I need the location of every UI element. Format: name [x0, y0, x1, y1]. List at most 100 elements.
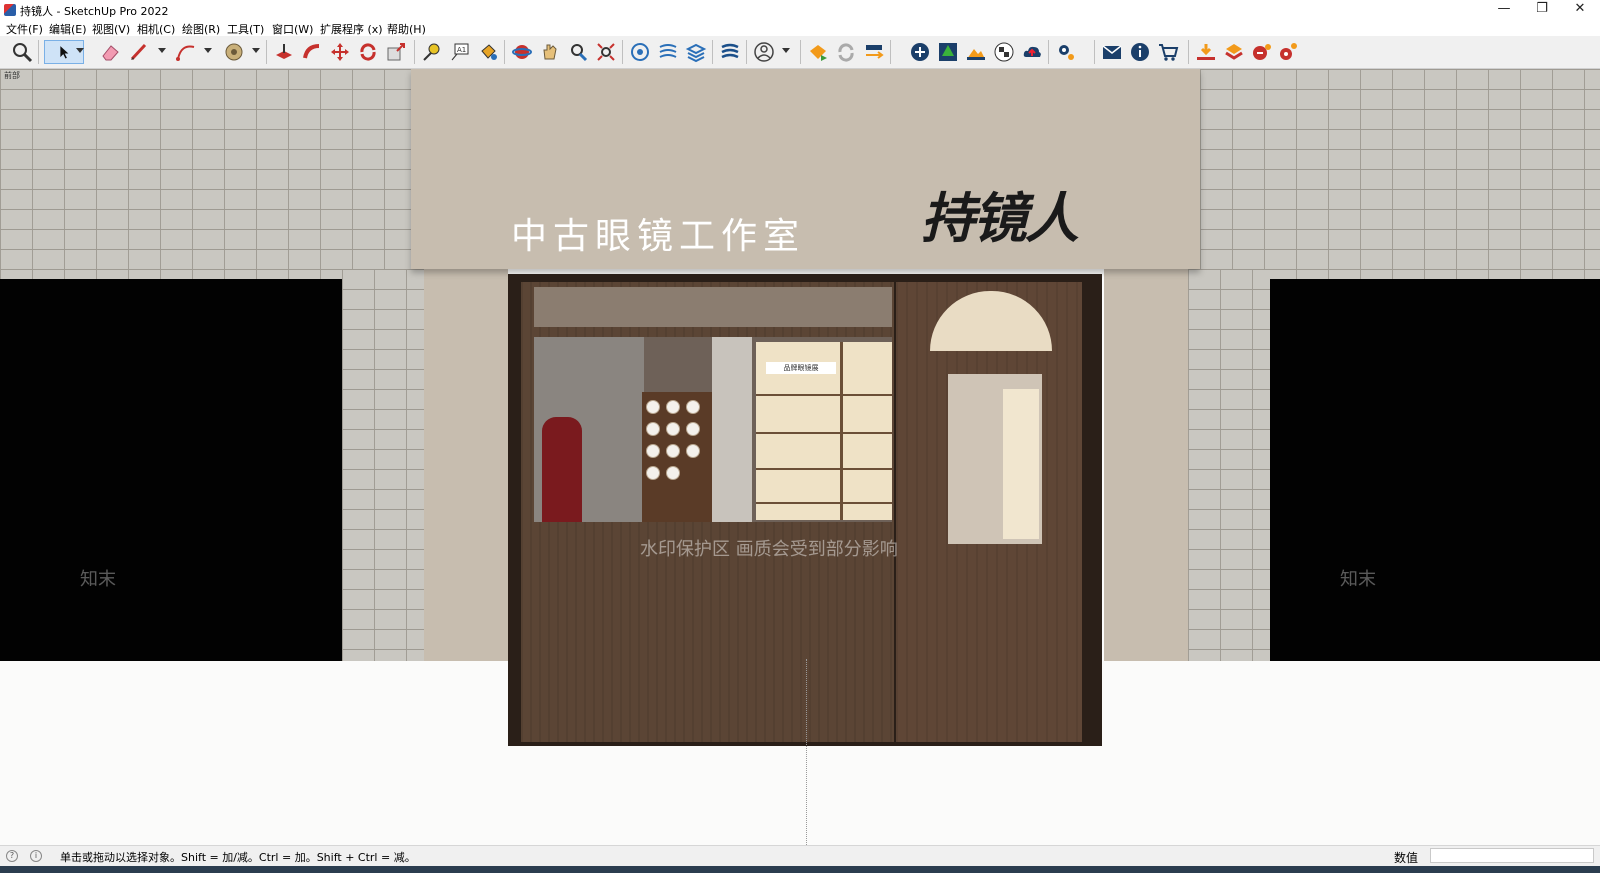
zoom-icon[interactable]	[10, 40, 34, 64]
plate	[666, 444, 680, 458]
style-builder-icon[interactable]	[718, 40, 742, 64]
menu-file[interactable]: 文件(F)	[6, 21, 43, 37]
sketchup-app-icon	[4, 4, 16, 16]
chevron-down-icon[interactable]	[204, 48, 212, 53]
export-icon[interactable]	[862, 40, 886, 64]
toolbar-separator	[38, 40, 39, 64]
cart-icon[interactable]	[1156, 40, 1180, 64]
dark-opening-right	[1270, 279, 1600, 661]
storefront-pillar-right	[1104, 269, 1188, 661]
dark-opening-left	[0, 279, 342, 661]
restore-button[interactable]: ❐	[1524, 0, 1560, 18]
plate	[646, 466, 660, 480]
brand-logo: 持镜人	[921, 186, 1079, 250]
eraser-icon[interactable]	[98, 40, 122, 64]
menu-bar: 文件(F) 编辑(E) 视图(V) 相机(C) 绘图(R) 工具(T) 窗口(W…	[0, 20, 1600, 36]
watermark-brand: 知末	[1340, 569, 1376, 590]
storefront-sign: 中古眼镜工作室 持镜人	[411, 69, 1200, 269]
toolbar-separator	[712, 40, 713, 64]
model-viewport[interactable]: 前部 中古眼镜工作室 持镜人 品牌眼镜展 水印保护区 画质会受到部分影响 知末 …	[0, 69, 1600, 845]
interior-partition	[712, 337, 752, 522]
title-bar: 持镜人 - SketchUp Pro 2022 — ❐ ✕	[0, 0, 1600, 20]
warehouse-icon[interactable]	[628, 40, 652, 64]
plate-display	[642, 392, 712, 522]
toolbar-separator	[414, 40, 415, 64]
shelf-line	[756, 502, 892, 504]
terrain-icon[interactable]	[964, 40, 988, 64]
plugin-a-icon[interactable]	[1250, 40, 1274, 64]
toolbar-separator	[622, 40, 623, 64]
menu-edit[interactable]: 编辑(E)	[49, 21, 87, 37]
extension-warehouse-icon[interactable]	[684, 40, 708, 64]
settings-icon[interactable]	[1054, 40, 1078, 64]
pencil-icon[interactable]	[127, 40, 151, 64]
move-icon[interactable]	[328, 40, 352, 64]
geo-location-icon[interactable]: ?	[6, 850, 18, 862]
chevron-down-icon[interactable]	[782, 48, 790, 53]
push-pull-icon[interactable]	[272, 40, 296, 64]
refresh-icon[interactable]	[834, 40, 858, 64]
pan-icon[interactable]	[538, 40, 562, 64]
brick-wall-left-upper	[0, 69, 411, 279]
profile-icon[interactable]	[752, 40, 776, 64]
layout-icon[interactable]	[656, 40, 680, 64]
tape-measure-icon[interactable]	[420, 40, 444, 64]
minimize-button[interactable]: —	[1486, 0, 1522, 18]
download-icon[interactable]	[1194, 40, 1218, 64]
orbit-icon[interactable]	[510, 40, 534, 64]
credits-icon[interactable]: i	[30, 850, 42, 862]
shelf-line	[756, 432, 892, 434]
toolbar-separator	[890, 40, 891, 64]
toolbar-separator	[1048, 40, 1049, 64]
toolbar-separator	[746, 40, 747, 64]
plate	[686, 422, 700, 436]
brick-column-left	[342, 269, 424, 661]
close-button[interactable]: ✕	[1562, 0, 1598, 18]
chevron-down-icon[interactable]	[252, 48, 260, 53]
logo-orange-icon[interactable]	[806, 40, 830, 64]
rotate-icon[interactable]	[356, 40, 380, 64]
status-bar: ? i 单击或拖动以选择对象。Shift = 加/减。Ctrl = 加。Shif…	[0, 845, 1600, 866]
menu-camera[interactable]: 相机(C)	[137, 21, 175, 37]
chevron-down-icon[interactable]	[158, 48, 166, 53]
window-title: 持镜人 - SketchUp Pro 2022	[20, 5, 169, 18]
menu-tools[interactable]: 工具(T)	[227, 21, 264, 37]
menu-window[interactable]: 窗口(W)	[272, 21, 313, 37]
side-display-shelf	[1003, 389, 1039, 539]
scale-icon[interactable]	[384, 40, 408, 64]
menu-view[interactable]: 视图(V)	[92, 21, 130, 37]
import-icon[interactable]	[1222, 40, 1246, 64]
sign-text: 中古眼镜工作室	[511, 216, 806, 257]
arc-icon[interactable]	[174, 40, 198, 64]
cloud-upload-icon[interactable]	[1020, 40, 1044, 64]
toolbar-separator	[800, 40, 801, 64]
brick-column-right	[1188, 269, 1270, 661]
paint-bucket-icon[interactable]	[476, 40, 500, 64]
tree-icon[interactable]	[936, 40, 960, 64]
plate	[686, 400, 700, 414]
follow-me-icon[interactable]	[300, 40, 324, 64]
toolbar-separator	[266, 40, 267, 64]
scene-tab[interactable]: 前部	[4, 70, 20, 81]
zoom-window-icon[interactable]	[566, 40, 590, 64]
main-toolbar: A1	[0, 36, 1600, 69]
menu-help[interactable]: 帮助(H)	[387, 21, 426, 37]
plate	[646, 422, 660, 436]
mail-icon[interactable]	[1100, 40, 1124, 64]
plugin-b-icon[interactable]	[1276, 40, 1300, 64]
add-icon[interactable]	[908, 40, 932, 64]
menu-extensions[interactable]: 扩展程序 (x)	[320, 21, 383, 37]
shelf-label: 品牌眼镜展	[766, 362, 836, 374]
info-icon[interactable]	[1128, 40, 1152, 64]
brick-wall-right-upper	[1200, 69, 1600, 279]
menu-draw[interactable]: 绘图(R)	[182, 21, 220, 37]
zoom-extents-icon[interactable]	[594, 40, 618, 64]
checker-icon[interactable]	[992, 40, 1016, 64]
plate	[646, 444, 660, 458]
chevron-down-icon[interactable]	[76, 48, 84, 53]
taskbar-strip	[0, 866, 1600, 873]
text-icon[interactable]: A1	[448, 40, 472, 64]
shapes-icon[interactable]	[222, 40, 246, 64]
measurements-input[interactable]	[1430, 848, 1594, 863]
measurements-label: 数值	[1394, 851, 1419, 865]
